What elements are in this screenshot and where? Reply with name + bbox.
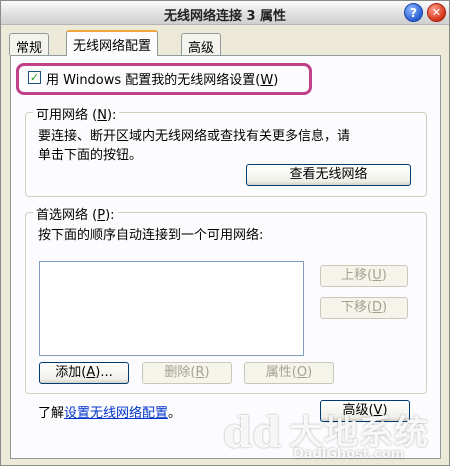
title-bar[interactable]: 无线网络连接 3 属性 ? ✕ [1, 1, 449, 25]
available-networks-title: 可用网络 (N): [33, 104, 120, 123]
move-up-button[interactable]: 上移(U) [320, 265, 408, 287]
preferred-networks-title: 首选网络 (P): [33, 204, 118, 223]
watermark-logo: dd [223, 408, 282, 457]
properties-button[interactable]: 属性(O) [244, 362, 334, 384]
add-button[interactable]: 添加(A)... [39, 362, 129, 384]
available-networks-desc-1: 要连接、断开区域内无线网络或查找有关更多信息，请 [38, 129, 351, 144]
help-button[interactable]: ? [404, 3, 423, 22]
watermark-url: DadiGhost.com [293, 447, 405, 462]
move-down-button[interactable]: 下移(D) [320, 297, 408, 319]
tab-advanced[interactable]: 高级 [181, 33, 222, 56]
tab-wireless-networks[interactable]: 无线网络配置 [66, 30, 159, 56]
close-button[interactable]: ✕ [427, 3, 446, 22]
tab-general[interactable]: 常规 [9, 33, 50, 56]
preferred-networks-desc: 按下面的顺序自动连接到一个可用网络: [38, 228, 264, 243]
view-wireless-networks-button[interactable]: 查看无线网络 [246, 164, 411, 186]
wireless-config-link[interactable]: 设置无线网络配置 [64, 406, 168, 421]
remove-button[interactable]: 删除(R) [142, 362, 232, 384]
site-watermark: dd 大地系统 DadiGhost.com [223, 405, 450, 467]
use-windows-config-checkbox[interactable]: ✓ [28, 71, 41, 84]
window-title: 无线网络连接 3 属性 [163, 9, 287, 24]
use-windows-config-label[interactable]: 用 Windows 配置我的无线网络设置(W) [46, 69, 278, 88]
learn-more-text: 了解设置无线网络配置。 [38, 406, 182, 421]
properties-dialog: 无线网络连接 3 属性 ? ✕ 常规 无线网络配置 高级 ✓ 用 Windows… [0, 0, 450, 466]
available-networks-desc-2: 单击下面的按钮。 [38, 148, 143, 163]
preferred-networks-list[interactable] [39, 261, 304, 356]
